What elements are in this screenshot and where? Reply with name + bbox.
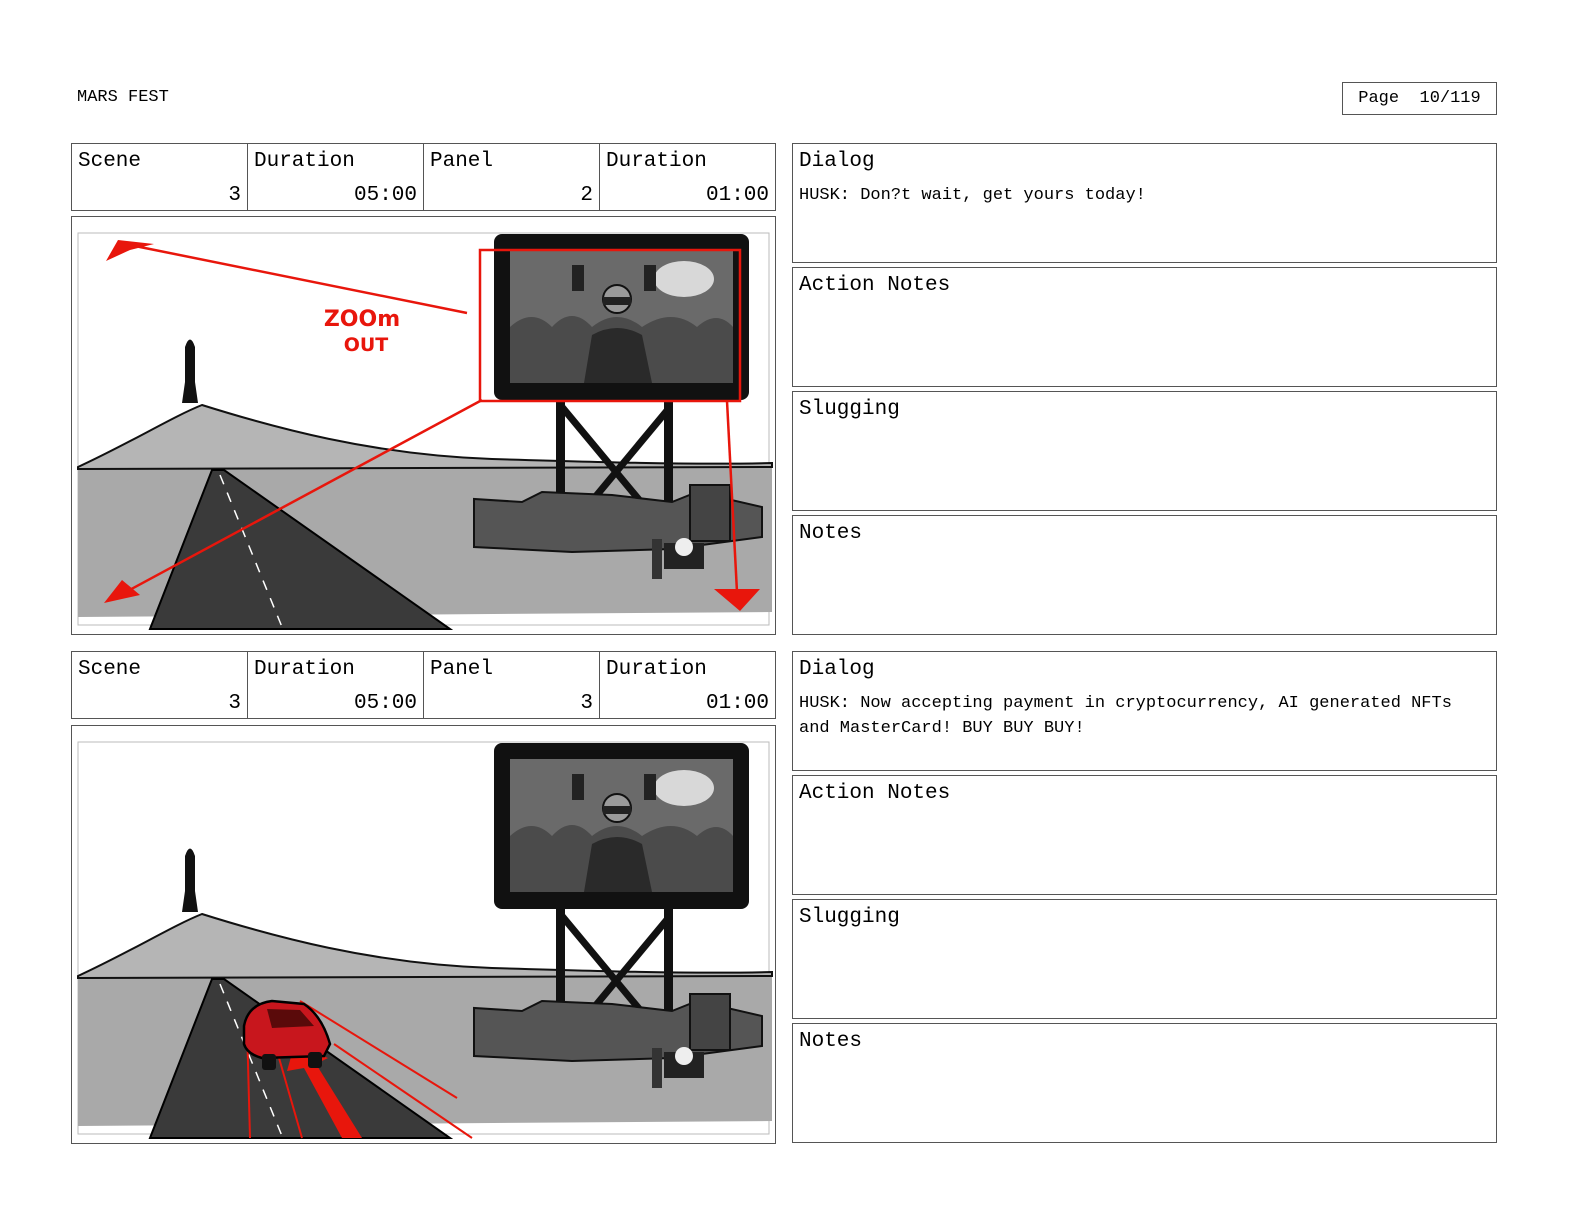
- scene-cell: Scene 3: [72, 652, 248, 718]
- panel-label: Panel: [430, 658, 494, 681]
- annotation-text-zoom: ZOOm: [324, 307, 400, 332]
- dialog-box: Dialog HUSK: Don?t wait, get yours today…: [792, 143, 1497, 263]
- dialog-label: Dialog: [799, 658, 875, 681]
- speaker-stack: [689, 993, 731, 1051]
- scene-number: 3: [228, 692, 241, 715]
- panel-duration-cell: Duration 01:00: [600, 652, 775, 718]
- husk-glasses: [603, 806, 631, 814]
- duration-label: Duration: [254, 150, 355, 173]
- scene-cell: Scene 3: [72, 144, 248, 210]
- panel-label: Panel: [430, 150, 494, 173]
- slugging-box: Slugging: [792, 391, 1497, 511]
- dialog-text: HUSK: Don?t wait, get yours today!: [799, 186, 1146, 205]
- scene-number: 3: [228, 184, 241, 207]
- slugging-label: Slugging: [799, 906, 900, 929]
- annotation-text-out: OUT: [344, 334, 389, 356]
- notes-label: Notes: [799, 1030, 863, 1053]
- screen-speaker: [572, 265, 584, 291]
- scene-label: Scene: [78, 150, 142, 173]
- scene-label: Scene: [78, 658, 142, 681]
- dialog-text: HUSK: Now accepting payment in cryptocur…: [799, 694, 1452, 738]
- panel-number: 2: [580, 184, 593, 207]
- panel-cell: Panel 3: [424, 652, 600, 718]
- person-figure: [652, 539, 662, 579]
- person-figure: [652, 1048, 662, 1088]
- slugging-box: Slugging: [792, 899, 1497, 1019]
- action-notes-box: Action Notes: [792, 775, 1497, 895]
- car-wheel: [308, 1052, 322, 1068]
- panel-number: 3: [580, 692, 593, 715]
- car-wheel: [262, 1054, 276, 1070]
- slugging-label: Slugging: [799, 398, 900, 421]
- page-number: Page 10/119: [1342, 82, 1497, 115]
- scene-duration: 05:00: [353, 184, 417, 207]
- scene-duration-cell: Duration 05:00: [248, 144, 424, 210]
- storyboard-frame: [71, 725, 776, 1144]
- panel-duration-cell: Duration 01:00: [600, 144, 775, 210]
- fire-glow: [675, 538, 693, 556]
- action-notes-label: Action Notes: [799, 274, 951, 297]
- storyboard-drawing: [77, 741, 773, 1139]
- panel-cell: Panel 2: [424, 144, 600, 210]
- action-notes-label: Action Notes: [799, 782, 951, 805]
- panel-header-row: Scene 3 Duration 05:00 Panel 3 Duration …: [71, 651, 776, 719]
- panel-header-row: Scene 3 Duration 05:00 Panel 2 Duration …: [71, 143, 776, 211]
- duration-label: Duration: [606, 150, 707, 173]
- husk-body: [584, 328, 652, 383]
- notes-box: Notes: [792, 515, 1497, 635]
- notes-box: Notes: [792, 1023, 1497, 1143]
- fire-glow: [675, 1047, 693, 1065]
- action-notes-box: Action Notes: [792, 267, 1497, 387]
- husk-body: [584, 837, 652, 892]
- scene-duration: 05:00: [353, 692, 417, 715]
- screen-speaker: [644, 774, 656, 800]
- screen-speaker: [644, 265, 656, 291]
- panel-duration: 01:00: [705, 184, 769, 207]
- speaker-stack: [689, 484, 731, 542]
- storyboard-drawing: ZOOm OUT: [77, 232, 773, 630]
- scene-duration-cell: Duration 05:00: [248, 652, 424, 718]
- duration-label: Duration: [254, 658, 355, 681]
- panel-duration: 01:00: [705, 692, 769, 715]
- dialog-box: Dialog HUSK: Now accepting payment in cr…: [792, 651, 1497, 771]
- dialog-label: Dialog: [799, 150, 875, 173]
- husk-glasses: [603, 297, 631, 305]
- project-title: MARS FEST: [77, 88, 169, 107]
- duration-label: Duration: [606, 658, 707, 681]
- notes-label: Notes: [799, 522, 863, 545]
- screen-speaker: [572, 774, 584, 800]
- screen-dome: [654, 261, 714, 297]
- screen-dome: [654, 770, 714, 806]
- storyboard-frame: ZOOm OUT: [71, 216, 776, 635]
